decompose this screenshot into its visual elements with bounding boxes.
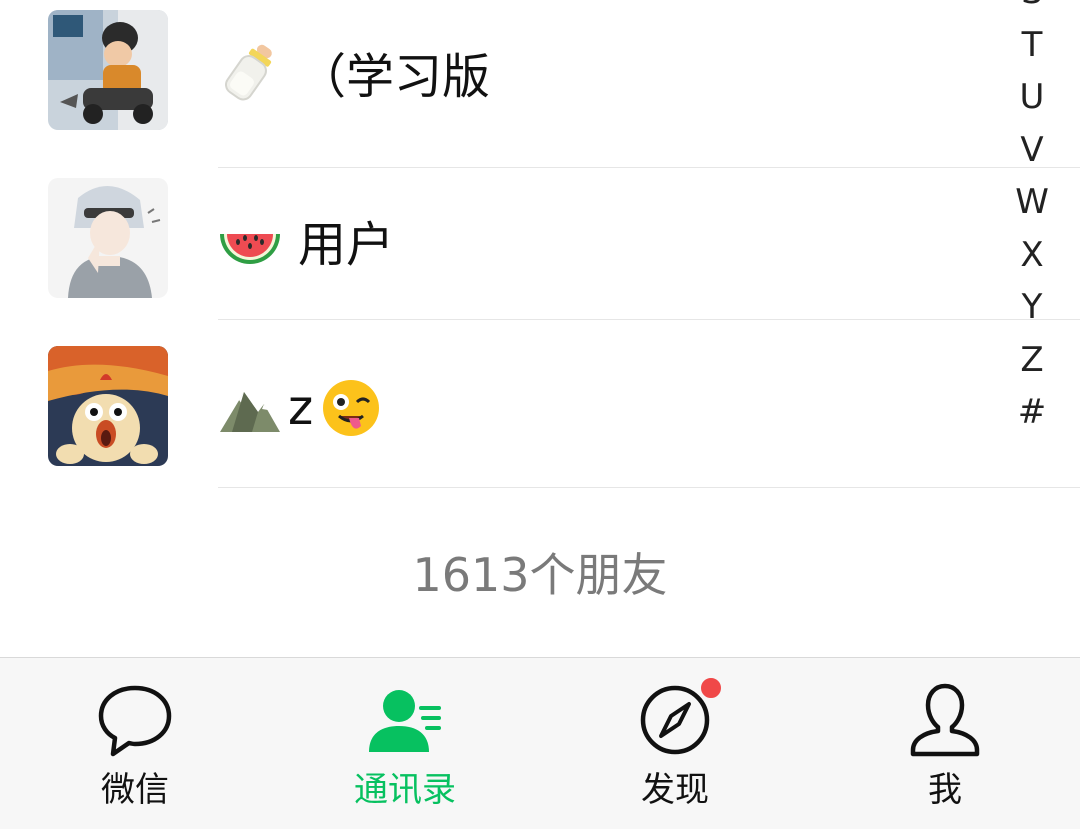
index-letter-s[interactable]: S (1021, 0, 1043, 19)
friend-count: 1613个朋友 (412, 548, 668, 602)
person-icon (903, 678, 987, 762)
index-letter-x[interactable]: X (1020, 229, 1043, 282)
divider (218, 487, 1080, 488)
index-letter-v[interactable]: V (1020, 124, 1043, 177)
tab-label: 通讯录 (354, 770, 456, 810)
tab-label: 微信 (101, 770, 169, 810)
compass-icon (633, 676, 723, 762)
avatar[interactable] (48, 10, 168, 130)
baby-bottle-icon (218, 40, 282, 104)
index-letter-w[interactable]: W (1015, 176, 1049, 229)
avatar[interactable] (48, 178, 168, 298)
watermelon-icon (218, 208, 282, 272)
contact-name: （学习版 (218, 40, 491, 105)
avatar[interactable] (48, 346, 168, 466)
tab-contacts[interactable]: 通讯录 (305, 658, 505, 829)
contact-name: z (218, 376, 383, 440)
contacts-icon (363, 678, 447, 762)
tab-label: 发现 (641, 770, 709, 810)
tab-chats[interactable]: 微信 (35, 658, 235, 829)
contact-row[interactable]: （学习版 (0, 0, 1080, 168)
index-letter-u[interactable]: U (1020, 71, 1045, 124)
mountain-icon (218, 376, 282, 440)
contact-row[interactable]: 用户 (0, 152, 1080, 320)
index-letter-z[interactable]: Z (1020, 334, 1043, 387)
contact-name-text: 用户 (298, 217, 395, 273)
bottom-tab-bar: 微信 通讯录 发现 我 (0, 657, 1080, 829)
tab-discover[interactable]: 发现 (575, 658, 775, 829)
index-letter-hash[interactable]: # (1018, 386, 1047, 439)
tab-label: 我 (928, 770, 962, 810)
alphabet-index-bar[interactable]: S T U V W X Y Z # (1002, 0, 1062, 439)
notification-dot (699, 676, 723, 700)
contact-name: 用户 (218, 208, 395, 273)
contact-name-text: （学习版 (298, 49, 491, 105)
tab-me[interactable]: 我 (845, 658, 1045, 829)
chat-bubble-icon (93, 678, 177, 762)
contact-name-text: z (288, 380, 314, 436)
index-letter-y[interactable]: Y (1022, 281, 1043, 334)
winking-tongue-face-icon (319, 376, 383, 440)
index-letter-t[interactable]: T (1022, 19, 1043, 72)
contact-row[interactable]: z (0, 320, 1080, 488)
